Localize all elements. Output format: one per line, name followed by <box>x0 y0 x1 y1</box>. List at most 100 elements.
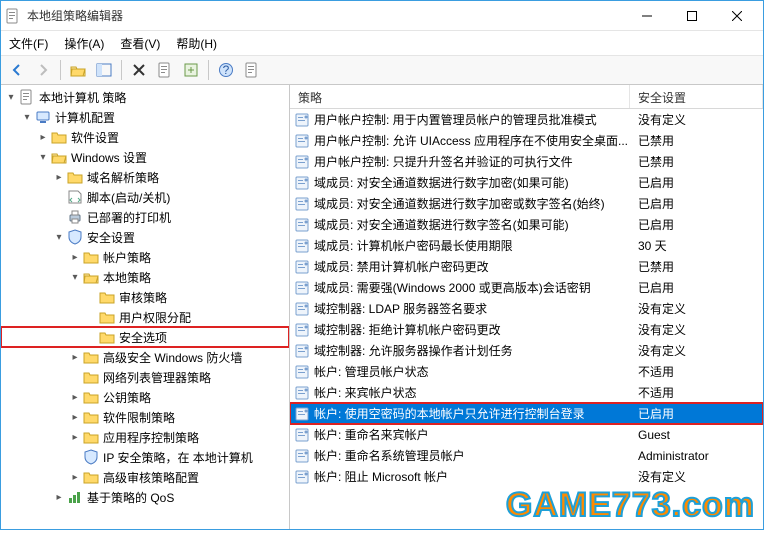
forward-button[interactable] <box>31 58 55 82</box>
folder-icon <box>83 429 99 445</box>
policy-row[interactable]: 域成员: 需要强(Windows 2000 或更高版本)会话密钥已启用 <box>290 277 763 298</box>
policy-row[interactable]: 域成员: 对安全通道数据进行数字签名(如果可能)已启用 <box>290 214 763 235</box>
list-pane[interactable]: 策略 安全设置 用户帐户控制: 用于内置管理员帐户的管理员批准模式没有定义用户帐… <box>290 85 763 529</box>
folder-icon <box>83 269 99 285</box>
policy-name: 域成员: 对安全通道数据进行数字加密(如果可能) <box>314 174 634 191</box>
policy-name: 域控制器: 允许服务器操作者计划任务 <box>314 342 634 359</box>
policy-name: 用户帐户控制: 允许 UIAccess 应用程序在不使用安全桌面... <box>314 132 634 149</box>
tree-dns-policy[interactable]: ▸域名解析策略 <box>1 167 289 187</box>
policy-value: 没有定义 <box>634 468 759 485</box>
policy-row[interactable]: 用户帐户控制: 允许 UIAccess 应用程序在不使用安全桌面...已禁用 <box>290 130 763 151</box>
policy-row[interactable]: 帐户: 来宾帐户状态不适用 <box>290 382 763 403</box>
tree-network-list[interactable]: 网络列表管理器策略 <box>1 367 289 387</box>
policy-icon <box>294 448 310 464</box>
tree-firewall[interactable]: ▸高级安全 Windows 防火墙 <box>1 347 289 367</box>
policy-row[interactable]: 域控制器: LDAP 服务器签名要求没有定义 <box>290 298 763 319</box>
policy-icon <box>294 259 310 275</box>
policy-row[interactable]: 用户帐户控制: 用于内置管理员帐户的管理员批准模式没有定义 <box>290 109 763 130</box>
folder-icon <box>67 169 83 185</box>
tree-advanced-audit[interactable]: ▸高级审核策略配置 <box>1 467 289 487</box>
export-button[interactable] <box>179 58 203 82</box>
policy-row[interactable]: 帐户: 重命名来宾帐户Guest <box>290 424 763 445</box>
refresh-button[interactable] <box>240 58 264 82</box>
close-button[interactable] <box>714 2 759 30</box>
menu-file[interactable]: 文件(F) <box>9 35 48 52</box>
folder-icon <box>83 369 99 385</box>
expand-icon[interactable]: ▾ <box>5 91 17 103</box>
policy-icon <box>294 154 310 170</box>
policy-name: 域成员: 对安全通道数据进行数字签名(如果可能) <box>314 216 634 233</box>
policy-icon <box>294 385 310 401</box>
policy-row[interactable]: 用户帐户控制: 只提升升签名并验证的可执行文件已禁用 <box>290 151 763 172</box>
folder-icon <box>51 149 67 165</box>
folder-icon <box>99 309 115 325</box>
tree-ip-security[interactable]: IP 安全策略，在 本地计算机 <box>1 447 289 467</box>
computer-icon <box>35 109 51 125</box>
help-button[interactable]: ? <box>214 58 238 82</box>
policy-name: 帐户: 重命名来宾帐户 <box>314 426 634 443</box>
tree-local-policies[interactable]: ▾本地策略 <box>1 267 289 287</box>
folder-icon <box>83 349 99 365</box>
tree-software-settings[interactable]: ▸软件设置 <box>1 127 289 147</box>
shield-icon <box>83 449 99 465</box>
policy-row[interactable]: 域控制器: 拒绝计算机帐户密码更改没有定义 <box>290 319 763 340</box>
tree-security-settings[interactable]: ▾安全设置 <box>1 227 289 247</box>
titlebar[interactable]: 本地组策略编辑器 <box>1 1 763 31</box>
col-policy[interactable]: 策略 <box>290 85 630 108</box>
tree-security-options[interactable]: 安全选项 <box>1 327 289 347</box>
policy-row[interactable]: 帐户: 管理员帐户状态不适用 <box>290 361 763 382</box>
policy-icon <box>294 280 310 296</box>
delete-button[interactable] <box>127 58 151 82</box>
policy-icon <box>294 406 310 422</box>
policy-value: 已启用 <box>634 216 759 233</box>
list-header: 策略 安全设置 <box>290 85 763 109</box>
back-button[interactable] <box>5 58 29 82</box>
policy-value: 已启用 <box>634 279 759 296</box>
menu-help[interactable]: 帮助(H) <box>176 35 217 52</box>
policy-icon <box>294 217 310 233</box>
policy-row[interactable]: 帐户: 重命名系统管理员帐户Administrator <box>290 445 763 466</box>
tree-app-control[interactable]: ▸应用程序控制策略 <box>1 427 289 447</box>
tree-public-key[interactable]: ▸公钥策略 <box>1 387 289 407</box>
tree-scripts[interactable]: 脚本(启动/关机) <box>1 187 289 207</box>
minimize-button[interactable] <box>624 2 669 30</box>
folder-icon <box>99 289 115 305</box>
toolbar: ? <box>1 55 763 85</box>
properties-button[interactable] <box>153 58 177 82</box>
tree-software-restriction[interactable]: ▸软件限制策略 <box>1 407 289 427</box>
menu-action[interactable]: 操作(A) <box>64 35 104 52</box>
policy-row[interactable]: 域成员: 对安全通道数据进行数字加密或数字签名(始终)已启用 <box>290 193 763 214</box>
tree-printers[interactable]: 已部署的打印机 <box>1 207 289 227</box>
list-rows[interactable]: 用户帐户控制: 用于内置管理员帐户的管理员批准模式没有定义用户帐户控制: 允许 … <box>290 109 763 529</box>
policy-row[interactable]: 域控制器: 允许服务器操作者计划任务没有定义 <box>290 340 763 361</box>
tree-qos[interactable]: ▸基于策略的 QoS <box>1 487 289 507</box>
policy-name: 域成员: 计算机帐户密码最长使用期限 <box>314 237 634 254</box>
tree-user-rights[interactable]: 用户权限分配 <box>1 307 289 327</box>
policy-icon <box>294 175 310 191</box>
policy-icon <box>294 364 310 380</box>
tree-account-policies[interactable]: ▸帐户策略 <box>1 247 289 267</box>
folder-icon <box>51 129 67 145</box>
policy-value: 已禁用 <box>634 258 759 275</box>
tree-root[interactable]: ▾本地计算机 策略 <box>1 87 289 107</box>
script-icon <box>67 189 83 205</box>
policy-row[interactable]: 帐户: 使用空密码的本地帐户只允许进行控制台登录已启用 <box>290 403 763 424</box>
maximize-button[interactable] <box>669 2 714 30</box>
tree-audit-policy[interactable]: 审核策略 <box>1 287 289 307</box>
menu-view[interactable]: 查看(V) <box>120 35 160 52</box>
tree-pane[interactable]: ▾本地计算机 策略 ▾计算机配置 ▸软件设置 ▾Windows 设置 ▸域名解析… <box>1 85 290 529</box>
policy-row[interactable]: 域成员: 对安全通道数据进行数字加密(如果可能)已启用 <box>290 172 763 193</box>
policy-name: 帐户: 重命名系统管理员帐户 <box>314 447 634 464</box>
policy-value: 没有定义 <box>634 300 759 317</box>
show-hide-tree-button[interactable] <box>92 58 116 82</box>
policy-row[interactable]: 域成员: 计算机帐户密码最长使用期限30 天 <box>290 235 763 256</box>
tree-windows-settings[interactable]: ▾Windows 设置 <box>1 147 289 167</box>
folder-icon <box>83 389 99 405</box>
policy-row[interactable]: 帐户: 阻止 Microsoft 帐户没有定义 <box>290 466 763 487</box>
policy-row[interactable]: 域成员: 禁用计算机帐户密码更改已禁用 <box>290 256 763 277</box>
policy-value: 没有定义 <box>634 111 759 128</box>
up-button[interactable] <box>66 58 90 82</box>
policy-name: 帐户: 来宾帐户状态 <box>314 384 634 401</box>
col-setting[interactable]: 安全设置 <box>630 85 763 108</box>
tree-computer-config[interactable]: ▾计算机配置 <box>1 107 289 127</box>
